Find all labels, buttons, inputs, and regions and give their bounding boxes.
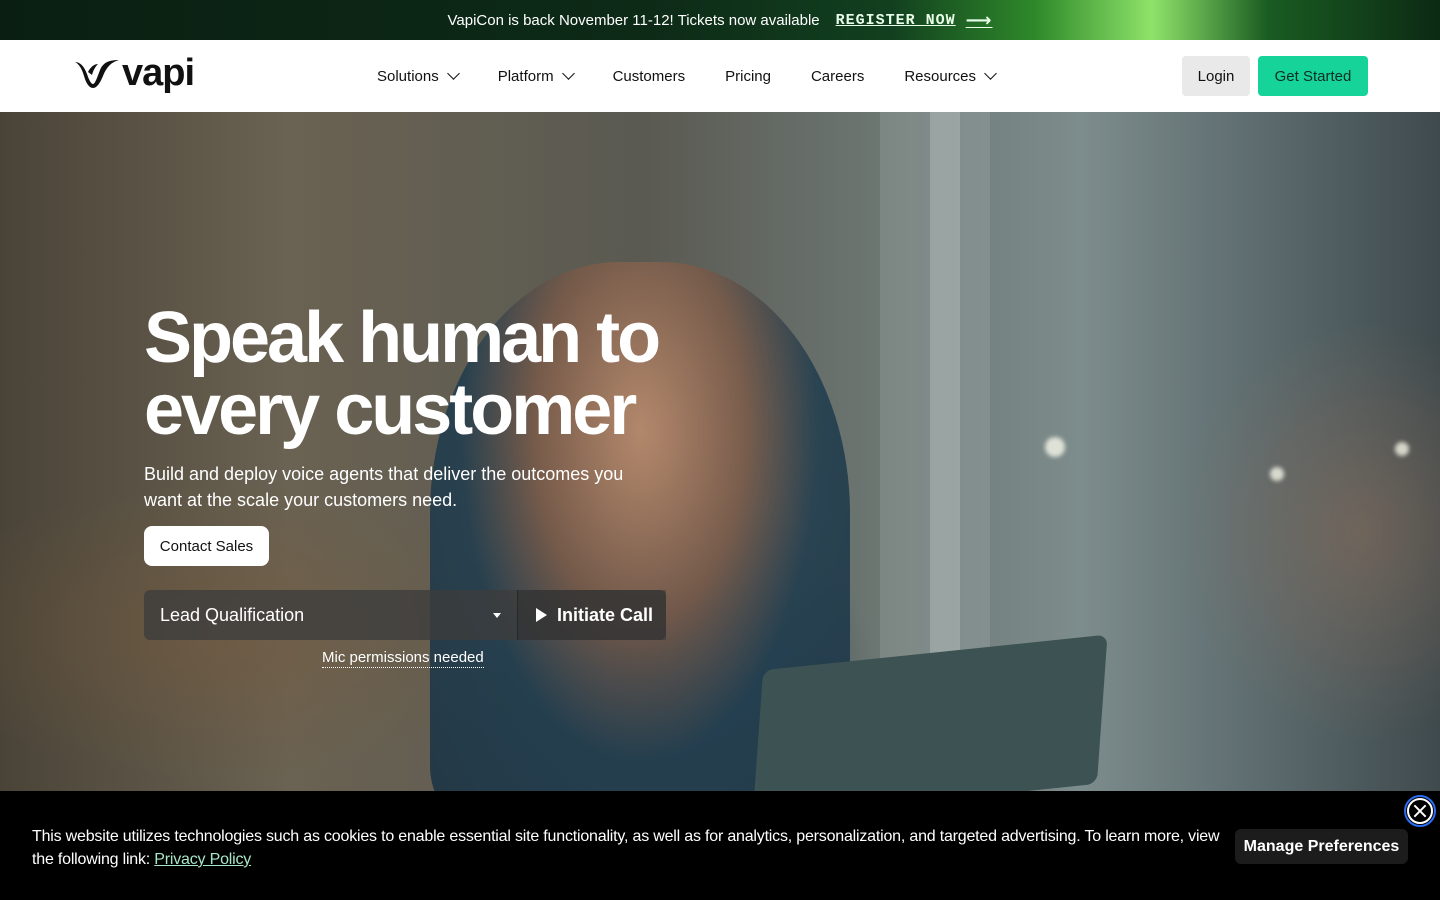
- initiate-call-label: Initiate Call: [557, 604, 654, 625]
- nav-item-customers[interactable]: Customers: [613, 68, 686, 85]
- privacy-policy-link[interactable]: Privacy Policy: [154, 851, 251, 868]
- nav-item-platform[interactable]: Platform: [497, 67, 575, 85]
- site-header: vapi Solutions Platform Customers Pricin…: [0, 40, 1440, 112]
- nav-item-solutions[interactable]: Solutions: [377, 67, 460, 85]
- main-nav: Solutions Platform Customers Pricing Car…: [377, 40, 1035, 112]
- close-cookie-button[interactable]: [1404, 795, 1436, 827]
- login-button[interactable]: Login: [1182, 56, 1250, 96]
- cookie-banner: This website utilizes technologies such …: [0, 791, 1440, 900]
- nav-item-careers[interactable]: Careers: [811, 68, 864, 85]
- vapi-logo[interactable]: vapi: [74, 52, 195, 94]
- close-icon: [1407, 798, 1433, 824]
- contact-sales-button[interactable]: Contact Sales: [144, 526, 269, 566]
- nav-label: Pricing: [725, 67, 771, 85]
- nav-label: Solutions: [377, 67, 439, 85]
- mic-permissions-note[interactable]: Mic permissions needed: [322, 649, 484, 668]
- nav-label: Resources: [904, 67, 977, 85]
- chevron-down-icon: [984, 67, 997, 80]
- nav-label: Customers: [612, 67, 686, 85]
- register-now-link[interactable]: REGISTER NOW ⟶: [836, 10, 993, 31]
- nav-label: Careers: [810, 67, 865, 85]
- vapi-logo-icon: [75, 60, 119, 88]
- chevron-down-icon: [561, 67, 575, 80]
- hero-background-light: [1395, 442, 1409, 456]
- demo-scenario-value: Lead Qualification: [160, 604, 305, 625]
- hero-subtitle: Build and deploy voice agents that deliv…: [144, 464, 624, 510]
- cookie-text: This website utilizes technologies such …: [32, 825, 1222, 871]
- hero-background-light: [1045, 437, 1065, 457]
- hero-section: Speak human to every customer Build and …: [0, 112, 1440, 791]
- register-now-label: REGISTER NOW: [835, 11, 956, 29]
- arrow-right-icon: ⟶: [965, 9, 993, 31]
- logo-wordmark: vapi: [122, 52, 195, 94]
- chevron-down-icon: [446, 67, 460, 80]
- initiate-call-button[interactable]: Initiate Call: [518, 590, 666, 640]
- demo-call-widget: Lead Qualification Initiate Call: [144, 590, 666, 640]
- demo-scenario-select[interactable]: Lead Qualification: [144, 590, 518, 640]
- announcement-bar: VapiCon is back November 11-12! Tickets …: [0, 0, 1440, 40]
- nav-label: Platform: [497, 67, 554, 85]
- caret-down-icon: [493, 612, 501, 618]
- play-icon: [536, 608, 547, 622]
- manage-preferences-button[interactable]: Manage Preferences: [1235, 829, 1408, 864]
- get-started-button[interactable]: Get Started: [1258, 56, 1368, 96]
- hero-background-light: [1270, 467, 1284, 481]
- nav-item-resources[interactable]: Resources: [904, 67, 997, 85]
- nav-item-pricing[interactable]: Pricing: [725, 68, 771, 85]
- announcement-message: VapiCon is back November 11-12! Tickets …: [447, 11, 820, 29]
- hero-headline: Speak human to every customer: [144, 298, 661, 450]
